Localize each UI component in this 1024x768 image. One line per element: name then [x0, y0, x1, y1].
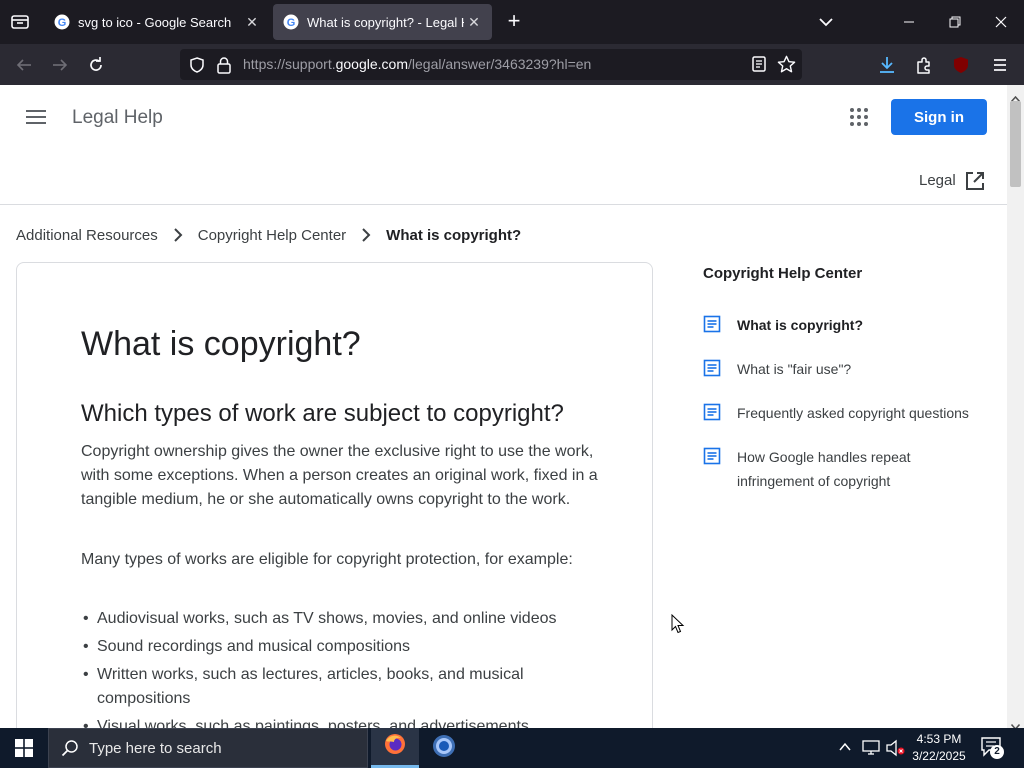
ublock-origin-icon[interactable]: [948, 52, 974, 78]
list-tabs-chevron-icon[interactable]: [814, 10, 838, 34]
sidebar-item-faq[interactable]: Frequently asked copyright questions: [703, 401, 993, 425]
work-types-list: Audiovisual works, such as TV shows, mov…: [81, 607, 591, 728]
google-g-icon: G: [54, 14, 70, 30]
list-item: Visual works, such as paintings, posters…: [81, 715, 591, 728]
reload-icon[interactable]: [83, 52, 109, 78]
clock-time: 4:53 PM: [916, 732, 962, 746]
article-document-icon: [703, 359, 721, 377]
app-menu-icon[interactable]: [987, 52, 1013, 78]
firefox-view-icon[interactable]: [10, 12, 30, 32]
back-arrow-icon[interactable]: [11, 52, 37, 78]
sidebar-item-label: What is copyright?: [737, 317, 863, 333]
scrollbar-thumb[interactable]: [1010, 101, 1021, 187]
taskbar-search-box[interactable]: Type here to search: [48, 728, 368, 768]
restore-window-button[interactable]: [932, 0, 978, 44]
page-scrollbar[interactable]: [1007, 85, 1024, 731]
sidebar-item-label: Frequently asked copyright questions: [737, 405, 969, 421]
list-item: Sound recordings and musical composition…: [81, 635, 591, 659]
chrome-icon: [432, 734, 456, 763]
article-title: What is copyright?: [81, 325, 361, 363]
notification-count-badge: 2: [990, 745, 1004, 759]
svg-text:G: G: [287, 17, 296, 29]
browser-toolbar: https://support.google.com/legal/answer/…: [0, 44, 1024, 106]
open-in-new-icon[interactable]: [964, 170, 986, 192]
list-item: Audiovisual works, such as TV shows, mov…: [81, 607, 591, 631]
forward-arrow-icon[interactable]: [47, 52, 73, 78]
close-tab-icon[interactable]: ✕: [242, 12, 262, 32]
article-document-icon: [703, 447, 721, 465]
sidebar-item-label: What is "fair use"?: [737, 361, 852, 377]
breadcrumb-link[interactable]: Copyright Help Center: [198, 227, 346, 244]
taskbar-search-placeholder: Type here to search: [89, 739, 222, 757]
site-title[interactable]: Legal Help: [72, 107, 163, 129]
article-card: What is copyright? Which types of work a…: [16, 262, 653, 728]
notification-center-icon[interactable]: 2: [980, 736, 1006, 760]
tab-title: What is copyright? - Legal Help: [307, 14, 464, 30]
taskbar-chrome-button[interactable]: [420, 728, 468, 768]
web-page: Legal Help Sign in Legal Additional Reso…: [0, 85, 1007, 728]
downloads-icon[interactable]: [874, 52, 900, 78]
google-apps-grid-icon[interactable]: [848, 106, 870, 128]
article-section-heading: Which types of work are subject to copyr…: [81, 400, 564, 427]
sidebar-title: Copyright Help Center: [703, 265, 863, 282]
sidebar-item-repeat-infringement[interactable]: How Google handles repeat infringement o…: [703, 445, 953, 493]
sidebar-item-label: How Google handles repeat infringement o…: [737, 449, 911, 489]
site-header: Legal Help Sign in Legal: [0, 85, 1007, 205]
article-paragraph: Many types of works are eligible for cop…: [81, 551, 573, 568]
url-prefix: https://support.: [243, 56, 336, 72]
article-document-icon: [703, 403, 721, 421]
tracking-protection-shield-icon[interactable]: [188, 56, 206, 79]
windows-start-icon[interactable]: [0, 728, 48, 768]
windows-taskbar: Type here to search 4:53 PM 3/22/2025 2: [0, 728, 1024, 768]
close-window-button[interactable]: [978, 0, 1024, 44]
mouse-cursor-icon: [671, 613, 685, 639]
close-tab-icon[interactable]: ✕: [464, 12, 484, 32]
taskbar-firefox-button[interactable]: [371, 728, 419, 768]
sidebar-item-what-is-copyright[interactable]: What is copyright?: [703, 313, 993, 337]
url-path: /legal/answer/3463239?hl=en: [408, 56, 592, 72]
new-tab-button[interactable]: +: [502, 10, 526, 34]
minimize-window-button[interactable]: [886, 0, 932, 44]
url-host: google.com: [335, 56, 408, 72]
firefox-icon: [383, 732, 407, 761]
breadcrumb: Additional Resources Copyright Help Cent…: [16, 225, 521, 245]
chevron-right-icon: [158, 228, 198, 242]
breadcrumb-current: What is copyright?: [386, 226, 522, 244]
volume-muted-icon[interactable]: [886, 739, 906, 762]
legal-link[interactable]: Legal: [919, 172, 956, 189]
tab-title: svg to ico - Google Search: [78, 14, 232, 30]
article-document-icon: [703, 315, 721, 333]
bookmark-star-icon[interactable]: [777, 55, 796, 79]
lock-icon[interactable]: [216, 56, 232, 79]
breadcrumb-link[interactable]: Additional Resources: [16, 227, 158, 244]
network-icon[interactable]: [862, 739, 880, 760]
list-item: Written works, such as lectures, article…: [81, 663, 591, 711]
tab-legal-help[interactable]: G What is copyright? - Legal Help ✕: [273, 4, 492, 40]
show-hidden-icons-chevron-icon[interactable]: [838, 740, 852, 759]
browser-tab-bar: G svg to ico - Google Search ✕ G What is…: [0, 0, 1024, 44]
reader-view-icon[interactable]: [750, 55, 768, 78]
search-icon: [61, 739, 79, 757]
taskbar-clock[interactable]: 4:53 PM 3/22/2025: [906, 731, 972, 765]
main-menu-icon[interactable]: [24, 107, 48, 129]
google-g-icon: G: [283, 14, 299, 30]
url-text[interactable]: https://support.google.com/legal/answer/…: [243, 56, 591, 72]
extensions-puzzle-icon[interactable]: [911, 52, 937, 78]
sign-in-button[interactable]: Sign in: [891, 99, 987, 135]
svg-text:G: G: [58, 17, 67, 29]
tab-google-search[interactable]: G svg to ico - Google Search ✕: [44, 4, 270, 40]
article-paragraph: Copyright ownership gives the owner the …: [81, 443, 598, 508]
sidebar-item-fair-use[interactable]: What is "fair use"?: [703, 357, 993, 381]
chevron-right-icon: [346, 228, 386, 242]
address-bar[interactable]: https://support.google.com/legal/answer/…: [180, 49, 802, 80]
clock-date: 3/22/2025: [912, 749, 966, 763]
